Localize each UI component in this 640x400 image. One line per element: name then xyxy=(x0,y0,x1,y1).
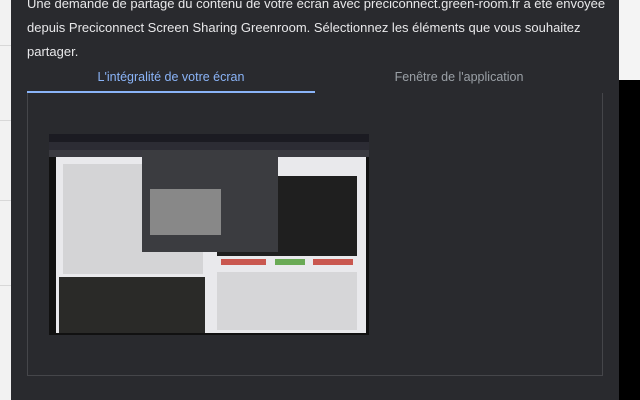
tab-application-window[interactable]: Fenêtre de l'application xyxy=(315,66,603,93)
tab-entire-screen[interactable]: L'intégralité de votre écran xyxy=(27,66,315,93)
tab-bar: L'intégralité de votre écran Fenêtre de … xyxy=(27,66,603,93)
screen-thumbnail[interactable] xyxy=(49,134,369,335)
background-page-left xyxy=(0,0,11,400)
source-panel xyxy=(27,93,603,376)
background-page-right xyxy=(619,0,640,80)
screen-share-dialog: Une demande de partage du contenu de vot… xyxy=(11,0,619,400)
dialog-message: Une demande de partage du contenu de vot… xyxy=(27,0,606,59)
